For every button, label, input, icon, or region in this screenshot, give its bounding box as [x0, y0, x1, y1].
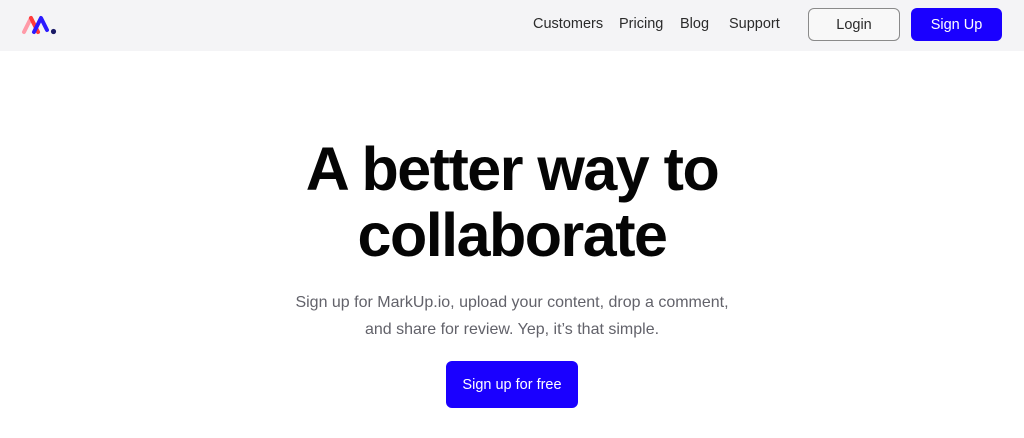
site-header: Customers Pricing Blog Support Login Sig… [0, 0, 1024, 51]
hero-subtitle-line-1: Sign up for MarkUp.io, upload your conte… [295, 294, 729, 311]
nav-link-support[interactable]: Support [729, 15, 780, 33]
nav-link-blog[interactable]: Blog [680, 15, 709, 33]
hero-title-line-1: A better way to [305, 135, 720, 203]
sign-up-button[interactable]: Sign Up [911, 8, 1002, 41]
login-button[interactable]: Login [808, 8, 900, 41]
hero-title-line-2: collaborate [357, 201, 668, 269]
hero-title: A better way to collaborate [0, 136, 1024, 268]
sign-up-for-free-button[interactable]: Sign up for free [446, 361, 578, 408]
markup-logo-icon[interactable] [21, 12, 59, 38]
nav-link-pricing[interactable]: Pricing [619, 15, 663, 33]
hero-subtitle-line-2: and share for review. Yep, it’s that sim… [364, 321, 660, 338]
hero-subtitle: Sign up for MarkUp.io, upload your conte… [262, 289, 762, 343]
nav-link-customers[interactable]: Customers [533, 15, 603, 33]
landing-page: Customers Pricing Blog Support Login Sig… [0, 0, 1024, 438]
